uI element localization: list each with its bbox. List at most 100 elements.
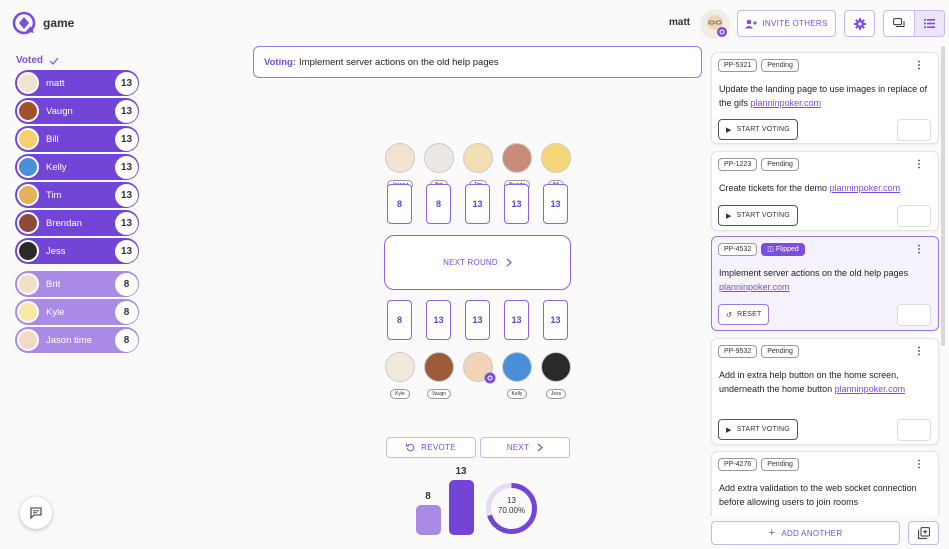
more-options-icon[interactable]: ⋮	[914, 159, 924, 170]
player-avatar	[502, 352, 532, 382]
gear-icon	[853, 17, 866, 30]
voter-avatar	[17, 240, 39, 262]
ticket-description: Implement server actions on the old help…	[719, 267, 931, 294]
invite-others-button[interactable]: INVITE OTHERS	[737, 10, 836, 37]
game-title: game	[43, 16, 75, 30]
voted-heading: Voted	[16, 55, 59, 66]
player-name-tag: Kyle	[390, 389, 410, 399]
vote-card: 13	[543, 184, 568, 224]
current-username: matt	[669, 17, 691, 28]
vote-card: 8	[426, 184, 451, 224]
voter-avatar	[17, 184, 39, 206]
ticket-description: Update the landing page to use images in…	[719, 83, 931, 110]
app-logo-icon[interactable]	[12, 11, 36, 35]
start-voting-button[interactable]: ▶ START VOTING	[718, 119, 798, 140]
voter-avatar	[17, 72, 39, 94]
ticket-link[interactable]: planninpoker.com	[830, 183, 901, 193]
voter-row: matt 13	[15, 70, 139, 96]
voter-avatar	[17, 100, 39, 122]
list-icon	[923, 19, 935, 28]
player-avatar	[541, 143, 571, 173]
result-bar	[416, 505, 441, 535]
list-view-button[interactable]	[913, 11, 944, 36]
voter-name: Jess	[46, 245, 66, 257]
player-name-tag: Vaugn	[426, 389, 452, 399]
start-voting-button[interactable]: ▶ START VOTING	[718, 419, 798, 440]
check-icon	[49, 57, 59, 65]
play-icon: ▶	[726, 212, 732, 220]
action-label: RESET	[737, 311, 762, 318]
player-name-tag: Jess	[545, 389, 567, 399]
play-icon: ▶	[726, 426, 732, 434]
ticket-link[interactable]: planninpoker.com	[719, 282, 790, 292]
more-options-icon[interactable]: ⋮	[914, 346, 924, 357]
vote-card: 8	[387, 184, 412, 224]
ticket-card[interactable]: PP-5321 Pending ⋮ Update the landing page…	[711, 52, 939, 144]
ticket-list[interactable]: PP-5321 Pending ⋮ Update the landing page…	[707, 46, 943, 516]
ticket-list-scrollbar[interactable]	[941, 46, 945, 346]
voter-row: Brendan 13	[15, 210, 139, 236]
ticket-card-active[interactable]: PP-4532 ◫ Flipped ⋮ Implement server acti…	[711, 236, 939, 331]
voter-vote: 13	[115, 71, 138, 95]
ticket-id: PP-4276	[718, 458, 758, 471]
ticket-status: Pending	[761, 59, 799, 72]
ticket-status: Pending	[761, 158, 799, 171]
ticket-card[interactable]: PP-1223 Pending ⋮ Create tickets for the …	[711, 151, 939, 231]
reset-button[interactable]: ↺ RESET	[718, 304, 770, 325]
user-avatar[interactable]	[700, 9, 730, 39]
ticket-link[interactable]: planninpoker.com	[835, 384, 906, 394]
add-another-button[interactable]: + ADD ANOTHER	[711, 521, 900, 545]
action-label: START VOTING	[736, 126, 790, 133]
more-options-icon[interactable]: ⋮	[914, 459, 924, 470]
vote-card: 8	[387, 300, 412, 340]
voter-vote: 13	[115, 183, 138, 207]
next-button[interactable]: NEXT	[480, 437, 570, 458]
voted-label: Voted	[16, 55, 44, 66]
add-another-label: ADD ANOTHER	[781, 528, 843, 538]
ticket-card[interactable]: PP-9532 Pending ⋮ Add in extra help butto…	[711, 338, 939, 445]
voter-row: Vaugn 13	[15, 98, 139, 124]
voter-name: Brit	[46, 278, 61, 290]
ticket-card[interactable]: PP-4276 Pending ⋮ Add extra validation to…	[711, 451, 939, 516]
revote-button[interactable]: REVOTE	[386, 437, 476, 458]
view-toggle[interactable]	[883, 10, 945, 37]
estimate-field[interactable]	[897, 419, 931, 441]
chat-button[interactable]	[20, 497, 52, 529]
next-label: NEXT	[506, 443, 530, 452]
undo-icon: ↺	[726, 311, 733, 319]
next-round-button[interactable]: NEXT ROUND	[384, 235, 571, 290]
avatar-face-icon	[707, 13, 727, 37]
player-avatar	[541, 352, 571, 382]
start-voting-button[interactable]: ▶ START VOTING	[718, 205, 798, 226]
voter-row: Tim 13	[15, 182, 139, 208]
player-avatar	[463, 352, 496, 384]
voter-vote: 13	[115, 127, 138, 151]
voter-name: Bill	[46, 133, 59, 145]
more-options-icon[interactable]: ⋮	[914, 60, 924, 71]
chat-view-button[interactable]	[884, 11, 914, 36]
ticket-text: Add extra validation to the web socket c…	[719, 483, 917, 507]
current-voting-banner: Voting: Implement server actions on the …	[253, 46, 702, 78]
chat-bubbles-icon	[892, 18, 905, 27]
undo-icon	[406, 443, 415, 452]
estimate-field[interactable]	[897, 119, 931, 141]
player-avatar	[424, 143, 454, 173]
voter-vote: 13	[115, 99, 138, 123]
settings-button[interactable]	[844, 10, 875, 37]
bulk-add-button[interactable]	[908, 521, 939, 545]
player-avatar	[424, 352, 454, 382]
ticket-link[interactable]: planninpoker.com	[751, 98, 822, 108]
play-icon: ▶	[726, 126, 732, 134]
estimate-field[interactable]	[897, 304, 931, 326]
voter-avatar	[17, 301, 39, 323]
ticket-status-label: Flipped	[775, 246, 799, 253]
flipped-icon: ◫	[767, 246, 774, 253]
ticket-description: Create tickets for the demo planninpoker…	[719, 182, 931, 196]
add-user-icon	[745, 19, 758, 28]
more-options-icon[interactable]: ⋮	[914, 244, 924, 255]
ticket-id: PP-5321	[718, 59, 758, 72]
player-seat: Kelly	[502, 352, 532, 400]
estimate-field[interactable]	[897, 205, 931, 227]
action-label: START VOTING	[736, 426, 790, 433]
action-label: START VOTING	[736, 212, 790, 219]
